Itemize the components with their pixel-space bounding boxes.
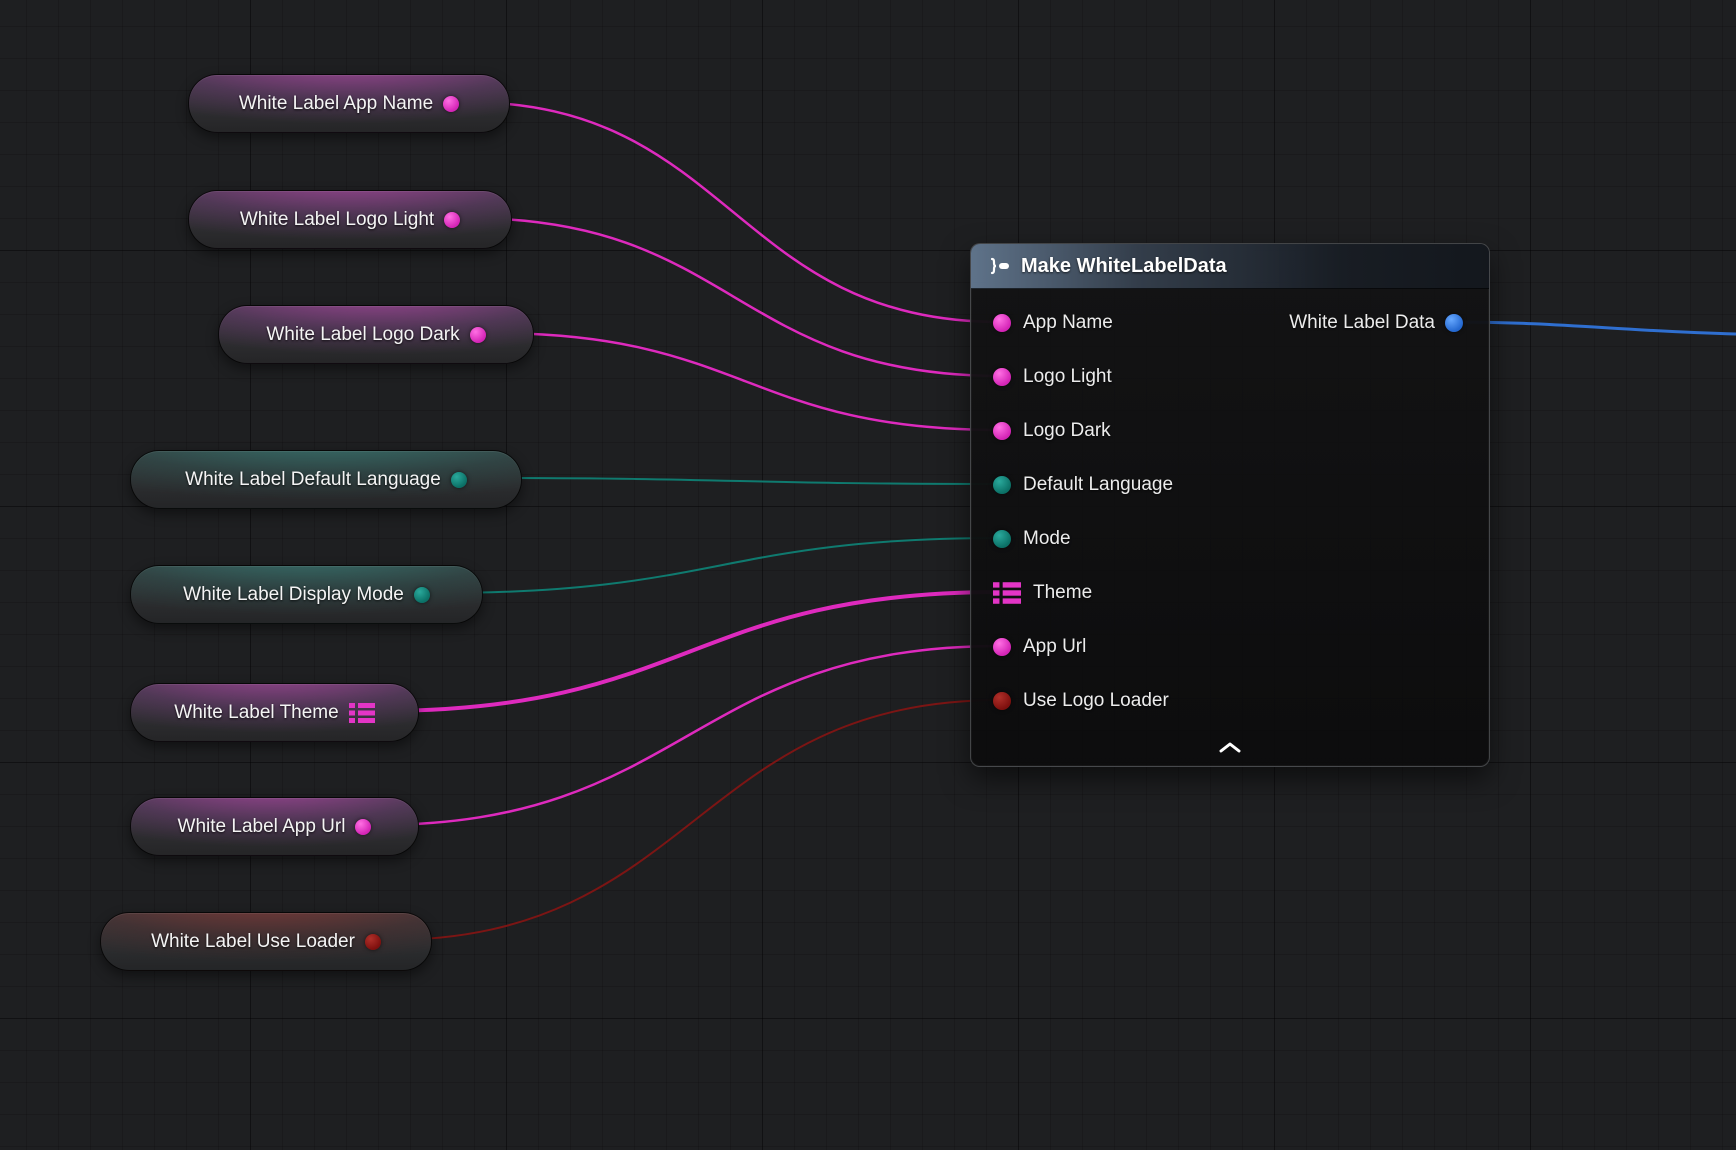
wire-logo-light xyxy=(468,218,1001,376)
node-label: White Label Display Mode xyxy=(183,584,404,606)
node-label: White Label App Name xyxy=(239,93,433,115)
output-pin-white-label-data[interactable] xyxy=(1445,314,1463,332)
node-title: Make WhiteLabelData xyxy=(1021,255,1227,278)
node-label: White Label Logo Dark xyxy=(266,324,459,346)
node-white-label-default-language[interactable]: White Label Default Language xyxy=(130,450,522,509)
input-pin-use-logo-loader[interactable] xyxy=(993,692,1011,710)
node-label: White Label App Url xyxy=(178,816,346,838)
pin-row-logo-dark: Logo Dark xyxy=(971,404,1489,458)
node-label: White Label Logo Light xyxy=(240,209,434,231)
node-white-label-app-name[interactable]: White Label App Name xyxy=(188,74,510,133)
blueprint-graph-canvas[interactable]: White Label App Name White Label Logo Li… xyxy=(0,0,1736,1150)
input-pin-logo-light[interactable] xyxy=(993,368,1011,386)
node-white-label-use-loader[interactable]: White Label Use Loader xyxy=(100,912,432,971)
pin-row-logo-light: Logo Light xyxy=(971,350,1489,404)
wire-logo-dark xyxy=(491,333,1001,430)
node-white-label-display-mode[interactable]: White Label Display Mode xyxy=(130,565,483,624)
input-pin-mode[interactable] xyxy=(993,530,1011,548)
output-pin-white-label-logo-light[interactable] xyxy=(444,212,460,228)
node-header[interactable]: Make WhiteLabelData xyxy=(971,244,1489,289)
node-white-label-logo-dark[interactable]: White Label Logo Dark xyxy=(218,305,534,364)
input-pin-list: App Name Logo Light Logo Dark Default La… xyxy=(971,288,1489,728)
node-make-whitelabeldata[interactable]: Make WhiteLabelData App Name Logo Light … xyxy=(970,243,1490,767)
chevron-up-icon xyxy=(1219,742,1241,753)
pin-row-use-logo-loader: Use Logo Loader xyxy=(971,674,1489,728)
input-pin-default-language[interactable] xyxy=(993,476,1011,494)
input-pin-app-name[interactable] xyxy=(993,314,1011,332)
wire-use-loader xyxy=(389,700,1001,940)
pin-label: App Name xyxy=(1023,312,1113,334)
input-pin-app-url[interactable] xyxy=(993,638,1011,656)
pin-label: Logo Dark xyxy=(1023,420,1111,442)
node-white-label-theme[interactable]: White Label Theme xyxy=(130,683,419,742)
output-pin-white-label-default-language[interactable] xyxy=(451,472,467,488)
input-pin-logo-dark[interactable] xyxy=(993,422,1011,440)
output-pin-white-label-logo-dark[interactable] xyxy=(470,327,486,343)
node-white-label-app-url[interactable]: White Label App Url xyxy=(130,797,419,856)
make-struct-icon xyxy=(985,257,1011,275)
node-label: White Label Theme xyxy=(174,702,338,724)
pin-label: Logo Light xyxy=(1023,366,1112,388)
pin-row-mode: Mode xyxy=(971,512,1489,566)
wire-white-label-data-output xyxy=(1453,322,1736,334)
pin-row-white-label-data: White Label Data xyxy=(1289,296,1489,350)
output-pin-white-label-app-name[interactable] xyxy=(443,96,459,112)
output-pin-white-label-use-loader[interactable] xyxy=(365,934,381,950)
pin-label: Theme xyxy=(1033,582,1092,604)
wire-app-url xyxy=(376,646,1001,825)
pin-label: White Label Data xyxy=(1289,312,1435,334)
output-pin-white-label-app-url[interactable] xyxy=(355,819,371,835)
wire-display-mode xyxy=(438,538,1001,593)
pin-row-theme: Theme xyxy=(971,566,1489,620)
struct-grid-pin-icon[interactable] xyxy=(993,582,1021,604)
pin-label: App Url xyxy=(1023,636,1086,658)
pin-label: Mode xyxy=(1023,528,1071,550)
output-pin-white-label-display-mode[interactable] xyxy=(414,587,430,603)
struct-grid-pin-icon[interactable] xyxy=(349,703,375,723)
collapse-chevron-button[interactable] xyxy=(1208,734,1252,760)
node-label: White Label Use Loader xyxy=(151,931,355,953)
node-white-label-logo-light[interactable]: White Label Logo Light xyxy=(188,190,512,249)
wire-app-name xyxy=(466,102,1001,322)
pin-row-default-language: Default Language xyxy=(971,458,1489,512)
pin-row-app-url: App Url xyxy=(971,620,1489,674)
pin-label: Use Logo Loader xyxy=(1023,690,1169,712)
node-label: White Label Default Language xyxy=(185,469,441,491)
wire-default-language xyxy=(479,478,1001,484)
pin-label: Default Language xyxy=(1023,474,1173,496)
